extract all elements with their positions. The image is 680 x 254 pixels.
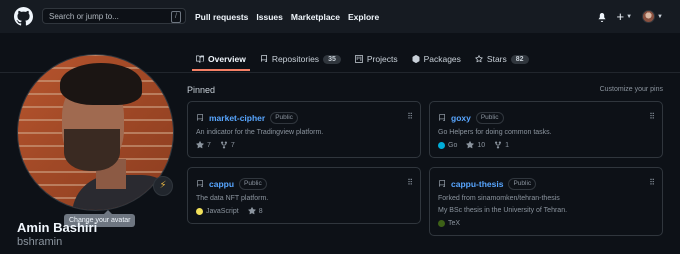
header-actions: + ▼ ▼ [597,8,663,24]
fork-icon [495,141,502,149]
repo-description: The data NFT platform. [196,195,269,202]
forked-from-link[interactable]: Forked from sinamomken/tehran-thesis [438,195,560,202]
language-color-dot [196,207,203,215]
bell-icon[interactable] [597,12,607,22]
tab-projects[interactable]: Projects [354,49,398,69]
repo-meta: Go 10 1 [438,141,509,149]
repo-meta: 7 7 [196,141,235,149]
visibility-badge: Public [270,112,298,124]
repo-link[interactable]: goxy [451,113,471,123]
repo-meta: JavaScript 8 [196,207,263,215]
set-status-button[interactable]: ⚡ [153,176,173,196]
package-icon [412,55,420,63]
customize-pins-link[interactable]: Customize your pins [600,86,663,93]
forks-link[interactable]: 7 [220,141,235,149]
drag-handle-icon[interactable]: ⠿ [649,112,655,121]
language-color-dot [438,220,445,227]
visibility-badge: Public [475,112,504,124]
stars-link[interactable]: 8 [247,207,263,215]
pinned-card-goxy: goxy Public ⠿ Go Helpers for doing commo… [429,101,663,158]
forks-count: 1 [505,141,510,149]
tab-packages[interactable]: Packages [412,49,461,69]
create-new-menu[interactable]: + ▼ [616,8,633,24]
global-nav: Pull requests Issues Marketplace Explore [195,12,379,22]
search-box[interactable]: / [42,8,186,24]
stars-count: 10 [477,141,486,149]
stars-count: 7 [207,141,211,149]
language-name: JavaScript [206,207,239,215]
search-input[interactable] [43,10,171,22]
nav-marketplace[interactable]: Marketplace [291,12,340,22]
nav-pull-requests[interactable]: Pull requests [195,12,248,22]
github-logo-icon[interactable] [14,7,33,26]
repo-link[interactable]: market-cipher [209,113,265,123]
repo-description: My BSc thesis in the University of Tehra… [438,207,568,214]
repo-meta: TeX [438,220,460,227]
repo-description: An indicator for the Tradingview platfor… [196,129,324,136]
tab-stars[interactable]: Stars 82 [475,49,529,69]
repo-description: Go Helpers for doing common tasks. [438,129,552,136]
forks-link[interactable]: 1 [494,141,509,149]
chevron-down-icon: ▼ [626,13,633,20]
tab-label: Stars [486,54,507,64]
repositories-count-badge: 35 [323,54,341,64]
tab-label: Overview [208,54,246,64]
pinned-card-market-cipher: market-cipher Public ⠿ An indicator for … [187,101,421,158]
pinned-card-cappu: cappu Public ⠿ The data NFT platform. Ja… [187,167,421,224]
repo-icon [260,55,267,62]
star-icon [247,207,256,215]
book-icon [196,55,204,63]
language: TeX [438,220,460,227]
language-name: Go [448,141,458,149]
user-menu[interactable]: ▼ [642,10,663,23]
project-icon [354,55,363,63]
profile-username: bshramin [17,236,63,248]
language: JavaScript [196,207,239,215]
language: Go [438,141,458,149]
tab-repositories[interactable]: Repositories 35 [260,49,341,69]
drag-handle-icon[interactable]: ⠿ [407,112,413,121]
zap-icon: ⚡ [159,180,167,191]
chevron-down-icon: ▼ [657,13,663,20]
profile-avatar[interactable] [17,54,174,211]
drag-handle-icon[interactable]: ⠿ [407,178,413,187]
stars-link[interactable]: 7 [196,141,211,149]
stars-count-badge: 82 [510,54,529,64]
drag-handle-icon[interactable]: ⠿ [649,178,655,187]
visibility-badge: Public [239,178,267,190]
star-icon [196,141,204,149]
tab-label: Packages [423,54,461,64]
star-icon [466,141,475,149]
pinned-card-cappu-thesis: cappu-thesis Public ⠿ Forked from sinamo… [429,167,663,236]
avatar-hair [60,63,142,105]
repo-icon [197,180,203,187]
repo-icon [439,114,445,121]
repo-link[interactable]: cappu [209,179,234,189]
fork-icon [220,141,227,149]
repo-forked-icon [439,180,445,187]
nav-explore[interactable]: Explore [348,12,379,22]
language-name: TeX [448,220,461,227]
stars-link[interactable]: 10 [466,141,485,149]
language-color-dot [438,141,445,149]
tab-label: Repositories [271,54,320,64]
stars-count: 8 [258,207,263,215]
profile-name: Amin Bashiri [17,220,98,235]
nav-issues[interactable]: Issues [256,12,282,22]
header-avatar [642,10,656,23]
top-header: / Pull requests Issues Marketplace Explo… [0,0,680,33]
search-shortcut-key: / [171,11,181,23]
forks-count: 7 [230,141,235,149]
visibility-badge: Public [508,178,537,190]
pinned-heading: Pinned [187,85,216,95]
avatar-beard [64,129,120,171]
profile-tabs: Overview Repositories 35 Projects Packag… [192,49,529,71]
plus-icon: + [616,8,625,24]
tab-overview[interactable]: Overview [192,49,250,71]
repo-link[interactable]: cappu-thesis [451,179,503,189]
star-icon [475,55,483,63]
tab-label: Projects [366,54,398,64]
repo-icon [197,114,203,121]
